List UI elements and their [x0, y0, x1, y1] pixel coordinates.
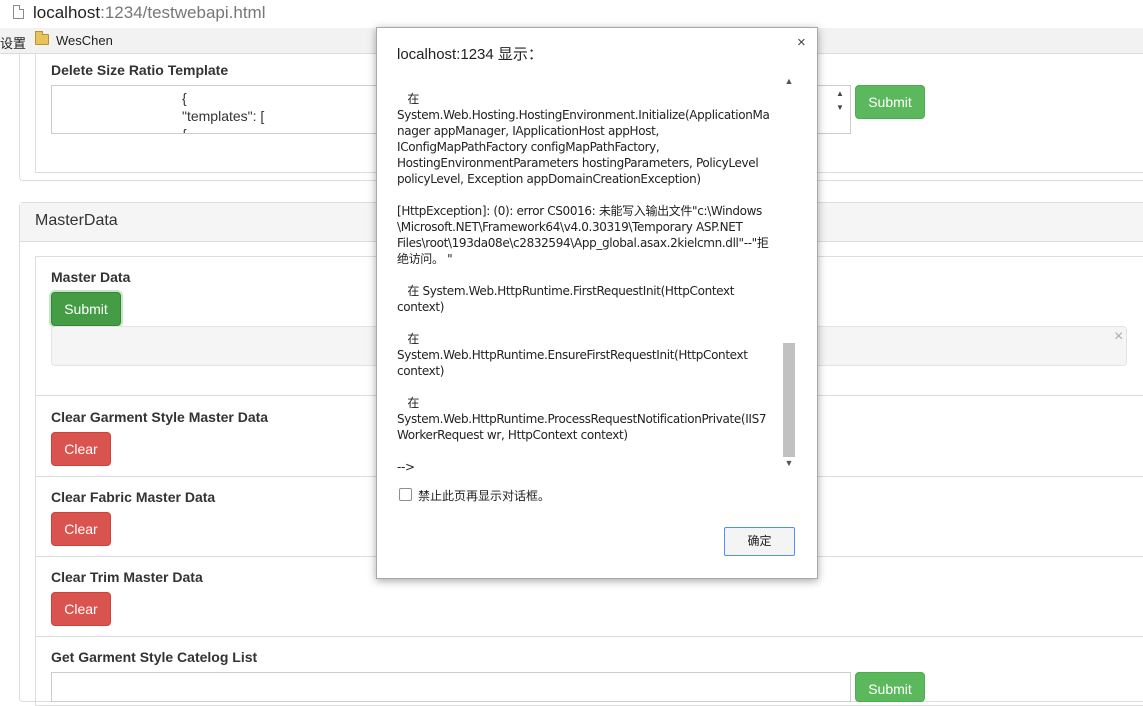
dialog-message-line: -->: [397, 460, 415, 473]
scroll-down-icon[interactable]: ▼: [782, 458, 796, 472]
clear-garment-button[interactable]: Clear: [51, 432, 111, 466]
dialog-message-line: System.Web.HttpRuntime.ProcessRequestNot…: [397, 412, 767, 426]
address-bar[interactable]: localhost:1234/testwebapi.html: [0, 0, 1143, 28]
textarea-line: {: [182, 126, 187, 134]
textarea-line: "templates": [: [182, 108, 265, 124]
arrow-down-icon[interactable]: ▼: [836, 103, 844, 112]
dialog-message-line: IConfigMapPathFactory configMapPathFacto…: [397, 140, 660, 154]
alert-dialog: localhost:1234 显示： × 在 System.Web.Hosting…: [376, 27, 818, 579]
arrow-up-icon[interactable]: ▲: [836, 89, 844, 98]
dialog-message-line: HostingEnvironmentParameters hostingPara…: [397, 156, 759, 170]
clear-fabric-button[interactable]: Clear: [51, 512, 111, 546]
master-data-submit-button[interactable]: Submit: [51, 292, 121, 326]
dialog-message-line: WorkerRequest wr, HttpContext context): [397, 428, 628, 442]
dialog-title: localhost:1234 显示：: [397, 46, 543, 63]
dialog-message-line: 在: [397, 92, 420, 106]
close-icon[interactable]: ×: [797, 34, 806, 51]
page-icon: [13, 5, 24, 19]
url-host: localhost: [33, 3, 101, 22]
url-path: :1234/testwebapi.html: [100, 3, 266, 22]
dialog-message-line: \Microsoft.NET\Framework64\v4.0.30319\Te…: [397, 220, 743, 234]
ok-button[interactable]: 确定: [724, 527, 795, 556]
clear-garment-label: Clear Garment Style Master Data: [51, 409, 269, 425]
catalog-list-input[interactable]: [51, 672, 851, 702]
scroll-up-icon[interactable]: ▲: [782, 76, 796, 90]
dialog-message-line: 在 System.Web.HttpRuntime.FirstRequestIni…: [397, 284, 735, 298]
dialog-message-line: context): [397, 364, 445, 378]
clear-fabric-label: Clear Fabric Master Data: [51, 489, 216, 505]
dialog-message-line: 绝访问。 ": [397, 252, 453, 266]
dialog-message-line: Files\root\193da08e\c2832594\App_global.…: [397, 236, 769, 250]
dialog-message-line: 在: [397, 332, 420, 346]
textarea-scroll-arrows[interactable]: ▲ ▼: [833, 89, 849, 119]
masterdata-heading: MasterData: [35, 212, 118, 229]
clear-trim-label: Clear Trim Master Data: [51, 569, 203, 585]
dialog-message-line: 在: [397, 396, 420, 410]
url-text[interactable]: localhost:1234/testwebapi.html: [33, 3, 266, 23]
suppress-dialogs-checkbox[interactable]: [399, 488, 412, 501]
delete-template-submit-button[interactable]: Submit: [855, 85, 925, 119]
catalog-list-submit-button[interactable]: Submit: [855, 672, 925, 702]
suppress-dialogs-label[interactable]: 禁止此页再显示对话框。: [418, 487, 550, 504]
dialog-message-line: System.Web.Hosting.HostingEnvironment.In…: [397, 108, 770, 122]
dialog-message-line: nager appManager, IApplicationHost appHo…: [397, 124, 659, 138]
scrollbar-thumb[interactable]: [783, 343, 795, 457]
close-icon[interactable]: ×: [1114, 328, 1123, 346]
dialog-message: 在 System.Web.Hosting.HostingEnvironment.I…: [397, 76, 785, 473]
master-data-label: Master Data: [51, 269, 131, 285]
dialog-message-line: context): [397, 300, 445, 314]
dialog-message-line: System.Web.HttpRuntime.EnsureFirstReques…: [397, 348, 748, 362]
catalog-list-label: Get Garment Style Catelog List: [51, 649, 258, 665]
delete-template-label: Delete Size Ratio Template: [51, 62, 229, 78]
bookmark-settings[interactable]: 设置: [0, 33, 26, 52]
dialog-message-line: [HttpException]: (0): error CS0016: 未能写入…: [397, 204, 762, 218]
bookmark-weschen-folder[interactable]: WesChen: [56, 33, 113, 48]
dialog-message-line: policyLevel, Exception appDomainCreation…: [397, 172, 701, 186]
folder-icon: [35, 31, 49, 45]
clear-trim-button[interactable]: Clear: [51, 592, 111, 626]
textarea-line: {: [182, 90, 187, 106]
